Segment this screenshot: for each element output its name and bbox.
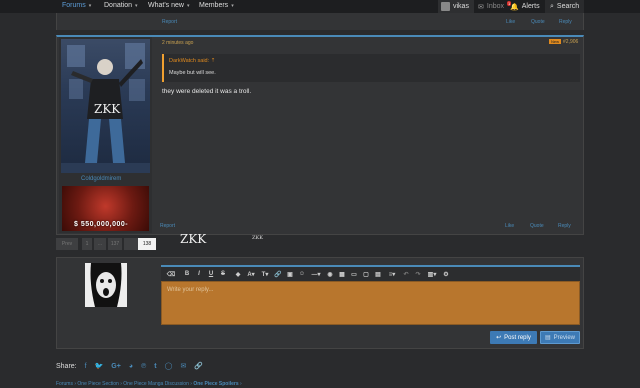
post-quote-link[interactable]: Quote bbox=[530, 223, 544, 229]
reply-user-avatar[interactable] bbox=[85, 263, 127, 307]
banner-text: $ 550,000,000- bbox=[74, 221, 129, 228]
font-family-icon[interactable]: T▾ bbox=[258, 268, 272, 280]
user-menu[interactable]: vikas bbox=[438, 0, 474, 13]
search-link[interactable]: ⌕ Search bbox=[545, 0, 584, 13]
nav-whats-new[interactable]: What's new ▾ bbox=[148, 2, 189, 9]
nav-members[interactable]: Members ▾ bbox=[199, 2, 234, 9]
watermark-small: ZKK bbox=[252, 235, 263, 241]
alerts-link[interactable]: 🔔 1 Alerts bbox=[507, 0, 540, 13]
inbox-label: Inbox bbox=[486, 3, 504, 10]
breadcrumb-spoilers[interactable]: One Piece Spoilers bbox=[193, 381, 238, 387]
align-icon[interactable]: ≡▾ bbox=[384, 268, 400, 280]
bold-icon[interactable]: B bbox=[181, 268, 193, 280]
search-label: Search bbox=[556, 3, 580, 10]
post-message: they were deleted it was a troll. bbox=[162, 88, 252, 95]
underline-icon[interactable]: U bbox=[205, 268, 217, 280]
media-icon[interactable]: ▭ bbox=[348, 268, 360, 280]
post-like-link[interactable]: Like bbox=[505, 223, 514, 229]
post-timestamp[interactable]: 2 minutes ago bbox=[162, 40, 193, 46]
page-ellipsis-button[interactable]: ... bbox=[94, 238, 106, 250]
breadcrumb-forums[interactable]: Forums bbox=[56, 381, 73, 387]
share-label: Share: bbox=[56, 362, 77, 370]
nav-donation[interactable]: Donation ▾ bbox=[104, 2, 138, 9]
quote-text: Maybe but will see. bbox=[169, 70, 216, 76]
facebook-icon[interactable]: f bbox=[85, 363, 87, 370]
redo-icon[interactable]: ↷ bbox=[412, 268, 424, 280]
page-prev-button[interactable]: Prev bbox=[56, 238, 78, 250]
post-reply-label: Post reply bbox=[504, 334, 531, 341]
breadcrumb-discussion[interactable]: One Piece Manga Discussion bbox=[123, 381, 189, 387]
top-navigation: Forums ▾ Donation ▾ What's new ▾ Members ▾ v… bbox=[0, 0, 640, 13]
reply-editor[interactable]: Write your reply... bbox=[161, 281, 580, 325]
font-size-icon[interactable]: A▾ bbox=[244, 268, 258, 280]
page-137-button[interactable]: 137 bbox=[108, 238, 122, 250]
breadcrumb: Forums › One Piece Section › One Piece M… bbox=[56, 381, 242, 387]
breadcrumb-section[interactable]: One Piece Section bbox=[77, 381, 118, 387]
bell-icon: 🔔 1 bbox=[507, 0, 519, 11]
user-avatar bbox=[441, 2, 450, 11]
image-icon[interactable]: ▣ bbox=[284, 268, 296, 280]
quote-block: DarkWatch said: ⇡ Maybe but will see. bbox=[162, 54, 580, 82]
link-icon[interactable]: 🔗 bbox=[272, 268, 284, 280]
eraser-icon[interactable]: ⌫ bbox=[165, 268, 177, 280]
page-1-button[interactable]: 1 bbox=[82, 238, 92, 250]
nav-forums[interactable]: Forums ▾ bbox=[62, 2, 91, 9]
drafts-icon[interactable]: ▥▾ bbox=[424, 268, 440, 280]
spoiler-eye-icon[interactable]: ◉ bbox=[324, 268, 336, 280]
alerts-label: Alerts bbox=[521, 3, 540, 10]
email-icon[interactable]: ✉ bbox=[180, 362, 186, 370]
smilie-icon[interactable]: ☺ bbox=[296, 268, 308, 280]
new-badge: New bbox=[549, 39, 562, 44]
undo-icon[interactable]: ↶ bbox=[400, 268, 412, 280]
preview-button[interactable]: ▤ Preview bbox=[540, 331, 580, 344]
tumblr-icon[interactable]: t bbox=[154, 363, 156, 370]
editor-placeholder: Write your reply... bbox=[167, 287, 214, 293]
username-label: vikas bbox=[453, 3, 469, 10]
table-icon[interactable]: ▦ bbox=[336, 268, 348, 280]
share-bar: Share: f 🐦 G+ ◕ ℗ t ◯ ✉ 🔗 bbox=[56, 360, 203, 372]
watermark-large: ZKK bbox=[180, 232, 207, 246]
post-report-link[interactable]: Report bbox=[160, 223, 175, 229]
previous-post-footer: Report Like Quote Reply bbox=[56, 13, 584, 30]
color-drop-icon[interactable]: ◆ bbox=[232, 268, 244, 280]
post-reply-link[interactable]: Reply bbox=[558, 223, 571, 229]
google-plus-icon[interactable]: G+ bbox=[111, 363, 121, 370]
link-icon[interactable]: 🔗 bbox=[194, 362, 203, 370]
inbox-link[interactable]: ✉ Inbox bbox=[478, 0, 504, 13]
post-number[interactable]: #2,906 bbox=[563, 39, 578, 45]
user-avatar-large[interactable]: ZKK bbox=[61, 39, 150, 173]
avatar-watermark: ZKK bbox=[94, 102, 121, 116]
arrow-up-icon: ⇡ bbox=[210, 58, 216, 64]
post-reply-button[interactable]: ↩ Post reply bbox=[490, 331, 537, 344]
code-box-icon[interactable]: ▤ bbox=[372, 268, 384, 280]
page-current-button[interactable]: 138 bbox=[138, 238, 156, 250]
more-insert-icon[interactable]: —▾ bbox=[308, 268, 324, 280]
quote-link[interactable]: Quote bbox=[531, 19, 545, 25]
like-link[interactable]: Like bbox=[506, 19, 515, 25]
preview-icon: ▤ bbox=[544, 335, 551, 341]
reddit-icon[interactable]: ◕ bbox=[129, 363, 133, 370]
twitter-icon[interactable]: 🐦 bbox=[95, 362, 104, 370]
search-icon: ⌕ bbox=[550, 2, 554, 10]
quote-box-icon[interactable]: ▢ bbox=[360, 268, 372, 280]
alert-count-badge: 1 bbox=[507, 0, 512, 6]
italic-icon[interactable]: I bbox=[193, 268, 205, 280]
preview-label: Preview bbox=[553, 334, 575, 341]
pinterest-icon[interactable]: ℗ bbox=[141, 363, 146, 370]
reply-link[interactable]: Reply bbox=[559, 19, 572, 25]
scream-face-image bbox=[85, 263, 127, 307]
post-username[interactable]: Coldgoldmirem bbox=[81, 176, 121, 182]
strikethrough-icon[interactable]: S bbox=[217, 268, 229, 280]
settings-gear-icon[interactable]: ⚙ bbox=[440, 268, 452, 280]
user-banner-image: $ 550,000,000- bbox=[62, 186, 149, 231]
report-link[interactable]: Report bbox=[162, 19, 177, 25]
envelope-icon: ✉ bbox=[478, 3, 484, 11]
quote-author[interactable]: DarkWatch said: ⇡ bbox=[169, 58, 215, 64]
editor-toolbar: ⌫ B I U S ◆ A▾ T▾ 🔗 ▣ ☺ —▾ ◉ ▦ ▭ ▢ ▤ ≡▾ … bbox=[161, 265, 580, 281]
reply-arrow-icon: ↩ bbox=[496, 335, 502, 341]
page-137b-button[interactable] bbox=[124, 238, 138, 250]
whatsapp-icon[interactable]: ◯ bbox=[165, 362, 173, 370]
